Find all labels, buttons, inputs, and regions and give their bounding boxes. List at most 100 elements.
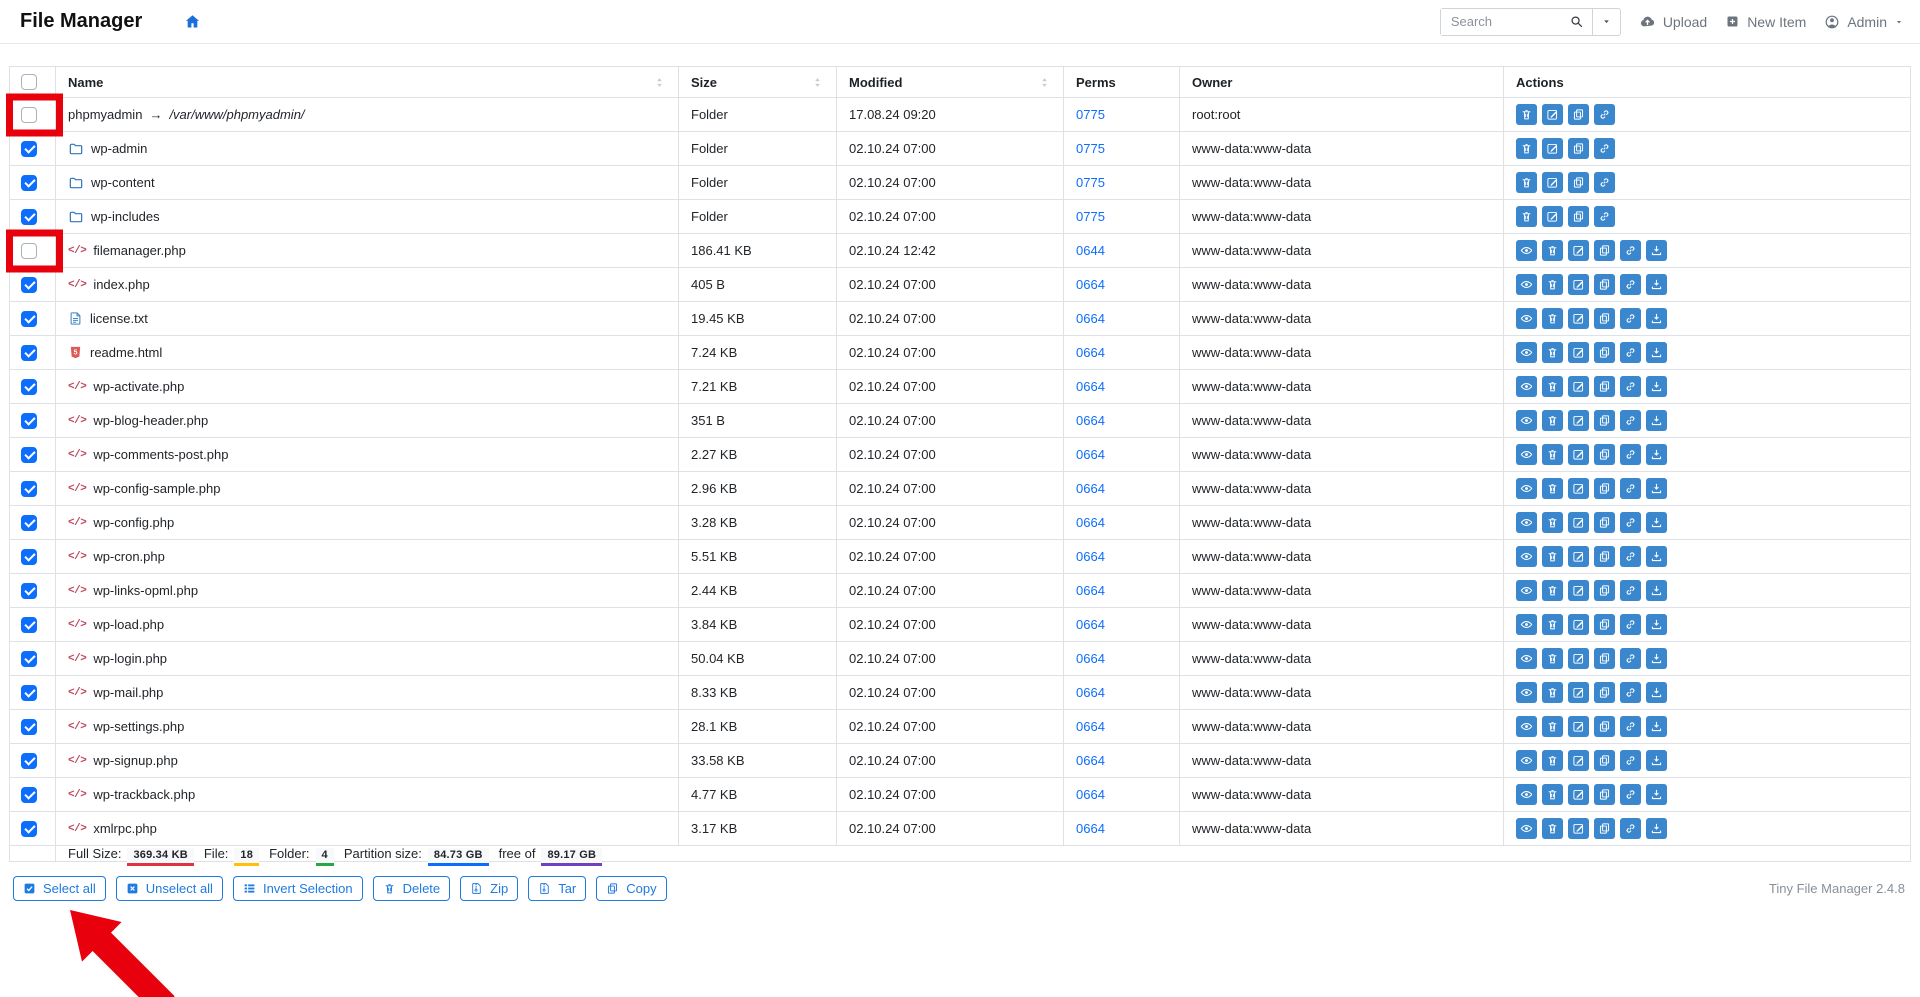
rename-button[interactable] — [1568, 546, 1589, 567]
select-all-checkbox[interactable] — [21, 74, 37, 90]
file-name-link[interactable]: wp-signup.php — [93, 753, 178, 768]
rename-button[interactable] — [1568, 648, 1589, 669]
copy-to-button[interactable] — [1568, 206, 1589, 227]
row-checkbox[interactable] — [21, 651, 37, 667]
delete-button[interactable] — [1542, 716, 1563, 737]
perms-link[interactable]: 0664 — [1076, 821, 1105, 836]
direct-link-button[interactable] — [1620, 376, 1641, 397]
rename-button[interactable] — [1568, 682, 1589, 703]
copy-to-button[interactable] — [1568, 138, 1589, 159]
direct-link-button[interactable] — [1620, 750, 1641, 771]
perms-link[interactable]: 0664 — [1076, 413, 1105, 428]
rename-button[interactable] — [1568, 784, 1589, 805]
rename-button[interactable] — [1568, 444, 1589, 465]
row-checkbox[interactable] — [21, 515, 37, 531]
file-name-link[interactable]: index.php — [93, 277, 149, 292]
file-name-link[interactable]: wp-blog-header.php — [93, 413, 208, 428]
rename-button[interactable] — [1568, 750, 1589, 771]
copy-to-button[interactable] — [1594, 410, 1615, 431]
file-name-link[interactable]: xmlrpc.php — [93, 821, 157, 836]
download-button[interactable] — [1646, 682, 1667, 703]
sort-icon[interactable] — [811, 76, 824, 89]
view-button[interactable] — [1516, 512, 1537, 533]
file-name-link[interactable]: wp-content — [91, 175, 155, 190]
delete-button[interactable] — [1516, 104, 1537, 125]
delete-button[interactable] — [1542, 750, 1563, 771]
file-name-link[interactable]: wp-load.php — [93, 617, 164, 632]
download-button[interactable] — [1646, 546, 1667, 567]
unselect-all-button[interactable]: Unselect all — [116, 876, 223, 901]
perms-link[interactable]: 0664 — [1076, 277, 1105, 292]
row-checkbox[interactable] — [21, 685, 37, 701]
row-checkbox[interactable] — [21, 787, 37, 803]
copy-button[interactable]: Copy — [596, 876, 666, 901]
download-button[interactable] — [1646, 818, 1667, 839]
view-button[interactable] — [1516, 410, 1537, 431]
rename-button[interactable] — [1568, 580, 1589, 601]
direct-link-button[interactable] — [1594, 172, 1615, 193]
copy-to-button[interactable] — [1594, 614, 1615, 635]
view-button[interactable] — [1516, 274, 1537, 295]
delete-button[interactable] — [1542, 682, 1563, 703]
file-name-link[interactable]: wp-comments-post.php — [93, 447, 228, 462]
view-button[interactable] — [1516, 682, 1537, 703]
file-name-link[interactable]: wp-cron.php — [93, 549, 165, 564]
rename-button[interactable] — [1568, 274, 1589, 295]
delete-button[interactable] — [1542, 444, 1563, 465]
direct-link-button[interactable] — [1620, 682, 1641, 703]
file-name-link[interactable]: wp-links-opml.php — [93, 583, 198, 598]
perms-link[interactable]: 0664 — [1076, 753, 1105, 768]
perms-link[interactable]: 0775 — [1076, 209, 1105, 224]
download-button[interactable] — [1646, 716, 1667, 737]
direct-link-button[interactable] — [1594, 138, 1615, 159]
perms-link[interactable]: 0775 — [1076, 141, 1105, 156]
perms-link[interactable]: 0664 — [1076, 345, 1105, 360]
new-item-button[interactable]: New Item — [1725, 14, 1806, 30]
download-button[interactable] — [1646, 614, 1667, 635]
row-checkbox[interactable] — [21, 141, 37, 157]
sort-icon[interactable] — [1038, 76, 1051, 89]
direct-link-button[interactable] — [1620, 240, 1641, 261]
perms-link[interactable]: 0664 — [1076, 447, 1105, 462]
delete-button[interactable] — [1516, 206, 1537, 227]
rename-button[interactable] — [1568, 240, 1589, 261]
row-checkbox[interactable] — [21, 753, 37, 769]
column-header-name[interactable]: Name — [56, 67, 679, 98]
rename-button[interactable] — [1568, 342, 1589, 363]
search-input[interactable] — [1441, 9, 1561, 35]
rename-button[interactable] — [1542, 172, 1563, 193]
delete-button[interactable]: Delete — [373, 876, 451, 901]
rename-button[interactable] — [1542, 104, 1563, 125]
copy-to-button[interactable] — [1594, 648, 1615, 669]
admin-menu-button[interactable]: Admin — [1824, 14, 1904, 30]
view-button[interactable] — [1516, 648, 1537, 669]
copy-to-button[interactable] — [1568, 172, 1589, 193]
file-name-link[interactable]: wp-trackback.php — [93, 787, 195, 802]
direct-link-button[interactable] — [1620, 580, 1641, 601]
view-button[interactable] — [1516, 580, 1537, 601]
search-icon[interactable] — [1561, 9, 1592, 35]
copy-to-button[interactable] — [1594, 716, 1615, 737]
file-name-link[interactable]: wp-activate.php — [93, 379, 184, 394]
view-button[interactable] — [1516, 444, 1537, 465]
direct-link-button[interactable] — [1620, 410, 1641, 431]
direct-link-button[interactable] — [1620, 512, 1641, 533]
copy-to-button[interactable] — [1594, 240, 1615, 261]
perms-link[interactable]: 0664 — [1076, 515, 1105, 530]
view-button[interactable] — [1516, 818, 1537, 839]
home-icon[interactable] — [184, 13, 201, 30]
download-button[interactable] — [1646, 580, 1667, 601]
direct-link-button[interactable] — [1620, 716, 1641, 737]
delete-button[interactable] — [1542, 614, 1563, 635]
copy-to-button[interactable] — [1594, 274, 1615, 295]
row-checkbox[interactable] — [21, 413, 37, 429]
rename-button[interactable] — [1542, 206, 1563, 227]
view-button[interactable] — [1516, 308, 1537, 329]
rename-button[interactable] — [1568, 716, 1589, 737]
direct-link-button[interactable] — [1620, 342, 1641, 363]
direct-link-button[interactable] — [1620, 614, 1641, 635]
download-button[interactable] — [1646, 750, 1667, 771]
select-all-button[interactable]: Select all — [13, 876, 106, 901]
direct-link-button[interactable] — [1620, 274, 1641, 295]
direct-link-button[interactable] — [1620, 648, 1641, 669]
